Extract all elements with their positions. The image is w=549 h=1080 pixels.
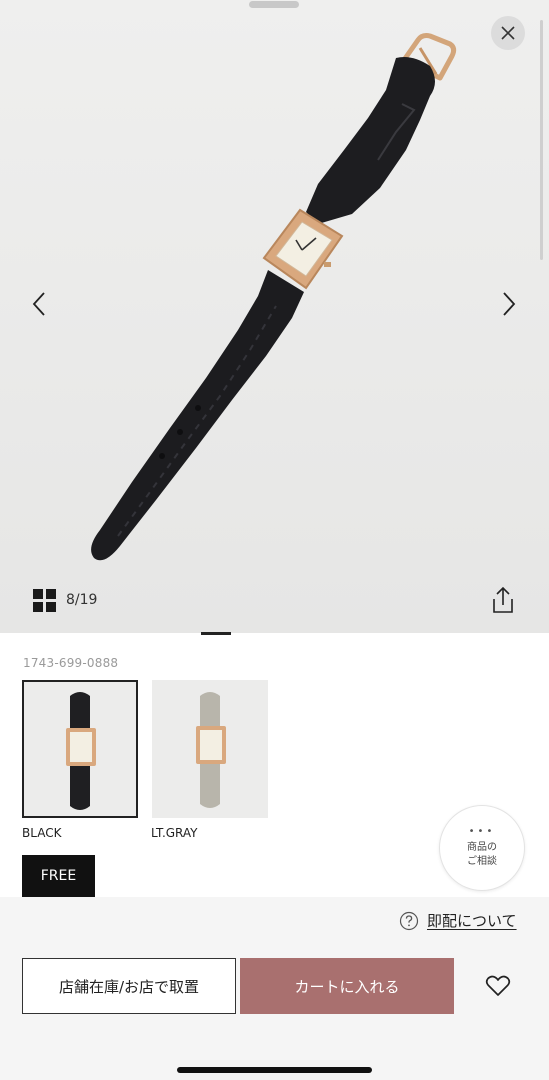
swatch-thumbnail: [152, 680, 268, 818]
chevron-right-icon: [503, 292, 516, 316]
express-delivery-link[interactable]: 即配について: [399, 910, 517, 931]
consult-label-line1: 商品の: [467, 842, 497, 853]
add-to-cart-button[interactable]: カートに入れる: [240, 958, 454, 1014]
help-icon: [399, 911, 419, 930]
favorite-button[interactable]: [483, 972, 513, 1000]
product-consult-button[interactable]: ••• 商品の ご相談: [439, 805, 525, 891]
close-icon: [501, 26, 515, 40]
gallery-scrollbar[interactable]: [540, 20, 543, 260]
color-swatch-black[interactable]: [22, 680, 138, 818]
close-button[interactable]: [491, 16, 525, 50]
size-option-free[interactable]: FREE: [22, 855, 95, 897]
product-number: 1743-699-0888: [23, 656, 119, 670]
share-icon: [493, 586, 513, 613]
home-indicator: [177, 1067, 372, 1073]
more-dots-icon: •••: [468, 826, 496, 837]
color-label-lt-gray: LT.GRAY: [151, 826, 198, 840]
previous-image-button[interactable]: [24, 287, 54, 321]
product-photo: [0, 0, 549, 633]
sheet-grab-handle[interactable]: [249, 1, 299, 8]
color-swatch-lt-gray[interactable]: [152, 680, 268, 818]
next-image-button[interactable]: [494, 287, 524, 321]
share-button[interactable]: [489, 585, 517, 615]
express-delivery-label: 即配について: [427, 912, 517, 930]
image-counter: 8/19: [66, 592, 98, 608]
swatch-thumbnail: [24, 682, 136, 816]
grid-icon[interactable]: [33, 589, 57, 613]
heart-icon: [485, 975, 511, 996]
store-stock-button[interactable]: 店舗在庫/お店で取置: [22, 958, 236, 1014]
chevron-left-icon: [32, 292, 45, 316]
image-gallery[interactable]: 8/19: [0, 0, 549, 633]
consult-label-line2: ご相談: [467, 856, 497, 867]
color-label-black: BLACK: [22, 826, 62, 840]
gallery-position-indicator: [201, 632, 231, 635]
